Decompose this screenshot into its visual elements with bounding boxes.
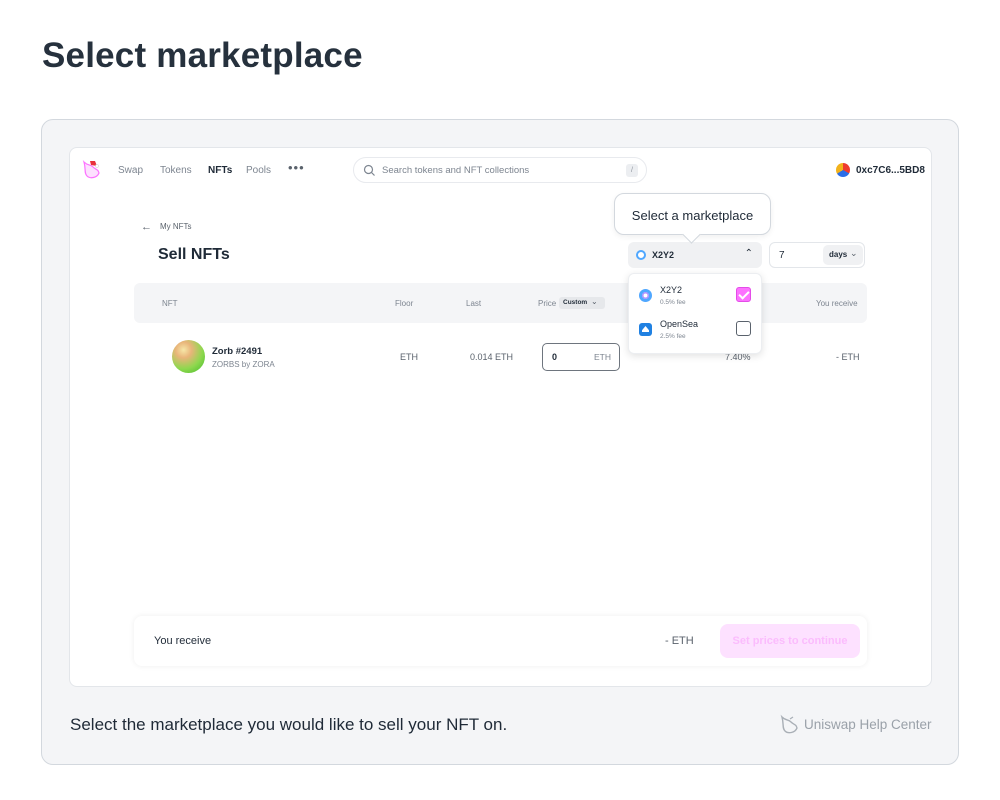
nav-swap[interactable]: Swap — [118, 165, 143, 176]
checkbox-checked[interactable] — [736, 287, 751, 302]
account-avatar[interactable] — [836, 163, 850, 177]
set-prices-button[interactable]: Set prices to continue — [720, 624, 860, 658]
nft-last: 0.014 ETH — [470, 352, 514, 362]
more-menu-icon[interactable]: ••• — [288, 160, 305, 175]
search-placeholder: Search tokens and NFT collections — [382, 165, 530, 176]
row-you-receive: - ETH — [836, 352, 860, 362]
app-window: Swap Tokens NFTs Pools ••• Search tokens… — [69, 147, 932, 687]
x2y2-icon — [636, 250, 646, 260]
header-you-receive: You receive — [816, 299, 858, 308]
option-fee: 0.5% fee — [660, 299, 686, 306]
page-title: Select marketplace — [42, 36, 363, 75]
search-icon — [363, 164, 375, 176]
option-fee: 2.5% fee — [660, 333, 686, 340]
chevron-down-icon: ⌄ — [850, 248, 858, 258]
header-price: Price — [538, 299, 557, 308]
caption: Select the marketplace you would like to… — [70, 715, 508, 734]
marketplace-selected-label: X2Y2 — [652, 250, 675, 260]
price-value: 0 — [552, 352, 558, 362]
marketplace-select[interactable]: X2Y2 ⌃ — [628, 242, 762, 268]
header-floor: Floor — [395, 299, 414, 308]
marketplace-option-opensea[interactable]: OpenSea 2.5% fee — [629, 313, 763, 347]
nft-thumbnail — [172, 340, 205, 373]
x2y2-icon — [639, 289, 652, 302]
chevron-up-icon: ⌃ — [744, 248, 753, 259]
nav-tokens[interactable]: Tokens — [160, 165, 192, 176]
search-input[interactable]: Search tokens and NFT collections / — [353, 157, 647, 183]
nft-floor: ETH — [400, 352, 418, 362]
you-receive-amount: - ETH — [665, 635, 694, 647]
back-link[interactable]: My NFTs — [160, 222, 192, 231]
tooltip: Select a marketplace — [614, 193, 771, 235]
custom-label: Custom — [563, 299, 588, 306]
sell-nfts-title: Sell NFTs — [158, 246, 230, 263]
opensea-icon — [639, 323, 652, 336]
duration-unit-label: days — [829, 250, 848, 259]
account-address[interactable]: 0xc7C6...5BD8 — [856, 165, 925, 176]
price-unit: ETH — [594, 352, 611, 362]
nav-pools[interactable]: Pools — [246, 165, 271, 176]
marketplace-option-x2y2[interactable]: X2Y2 0.5% fee — [629, 279, 763, 313]
header-last: Last — [466, 299, 482, 308]
bottom-summary-bar: You receive - ETH Set prices to continue — [134, 616, 867, 666]
duration-unit-select[interactable]: days ⌄ — [823, 245, 863, 265]
price-custom-select[interactable]: Custom ⌄ — [559, 297, 605, 309]
uniswap-help-logo-icon — [780, 714, 798, 734]
checkbox-unchecked[interactable] — [736, 321, 751, 336]
nft-collection: ZORBS by ZORA — [212, 360, 275, 369]
help-center-link[interactable]: Uniswap Help Center — [804, 717, 932, 732]
duration-value: 7 — [779, 250, 785, 261]
set-prices-label: Set prices to continue — [732, 635, 848, 647]
marketplace-dropdown: X2Y2 0.5% fee OpenSea 2.5% fee — [628, 273, 762, 354]
price-input[interactable]: 0 ETH — [542, 343, 620, 371]
nft-name: Zorb #2491 — [212, 346, 263, 357]
option-name: OpenSea — [660, 319, 699, 329]
option-name: X2Y2 — [660, 285, 683, 295]
you-receive-label: You receive — [154, 635, 212, 647]
uniswap-logo-icon[interactable] — [80, 159, 102, 181]
search-shortcut: / — [626, 164, 638, 177]
chevron-down-icon: ⌄ — [591, 297, 598, 306]
header-nft: NFT — [162, 299, 178, 308]
tooltip-text: Select a marketplace — [631, 208, 754, 223]
back-arrow-icon[interactable]: ← — [141, 221, 152, 233]
nav-nfts[interactable]: NFTs — [208, 165, 232, 176]
